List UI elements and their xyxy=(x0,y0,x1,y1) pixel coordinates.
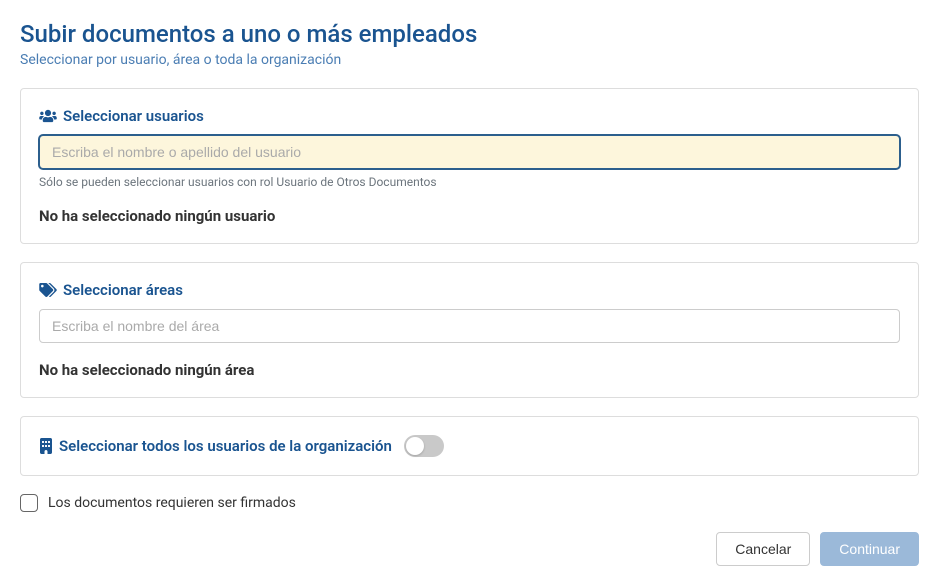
org-toggle[interactable] xyxy=(404,435,444,457)
signature-checkbox-label: Los documentos requieren ser firmados xyxy=(48,495,296,511)
page-subtitle: Seleccionar por usuario, área o toda la … xyxy=(20,52,919,68)
tags-icon xyxy=(39,283,57,297)
areas-section-label: Seleccionar áreas xyxy=(63,281,183,299)
users-section-header: Seleccionar usuarios xyxy=(39,107,900,125)
page-title: Subir documentos a uno o más empleados xyxy=(20,20,919,48)
cancel-button[interactable]: Cancelar xyxy=(716,532,810,566)
areas-section-header: Seleccionar áreas xyxy=(39,281,900,299)
users-card: Seleccionar usuarios Sólo se pueden sele… xyxy=(20,88,919,244)
org-section-label: Seleccionar todos los usuarios de la org… xyxy=(59,437,392,455)
areas-empty-state: No ha seleccionado ningún área xyxy=(39,361,900,379)
signature-checkbox-row: Los documentos requieren ser firmados xyxy=(20,494,919,512)
users-search-input[interactable] xyxy=(39,135,900,169)
org-toggle-knob xyxy=(406,437,424,455)
users-section-label: Seleccionar usuarios xyxy=(63,107,204,125)
button-row: Cancelar Continuar xyxy=(20,532,919,566)
users-icon xyxy=(39,109,57,123)
continue-button[interactable]: Continuar xyxy=(820,532,919,566)
signature-checkbox[interactable] xyxy=(20,494,38,512)
org-section-header: Seleccionar todos los usuarios de la org… xyxy=(39,437,392,455)
org-card: Seleccionar todos los usuarios de la org… xyxy=(20,416,919,476)
users-empty-state: No ha seleccionado ningún usuario xyxy=(39,207,900,225)
areas-card: Seleccionar áreas No ha seleccionado nin… xyxy=(20,262,919,398)
users-helper-text: Sólo se pueden seleccionar usuarios con … xyxy=(39,175,900,189)
building-icon xyxy=(39,438,53,454)
areas-search-input[interactable] xyxy=(39,309,900,343)
